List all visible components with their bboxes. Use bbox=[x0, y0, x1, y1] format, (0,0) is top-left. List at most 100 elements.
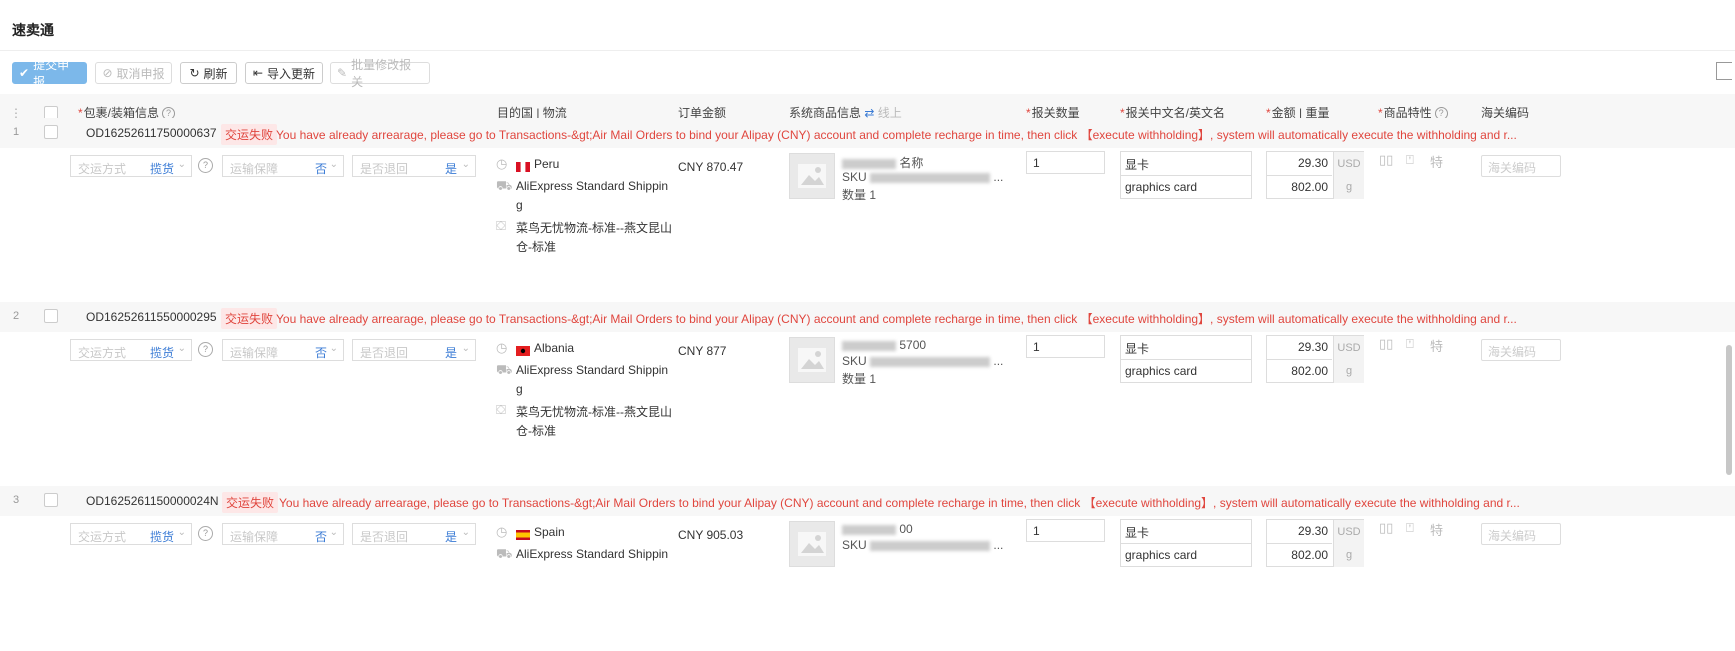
currency-unit: USD bbox=[1333, 152, 1364, 177]
divider bbox=[0, 50, 1735, 51]
truck-icon: ⛟ bbox=[496, 362, 513, 377]
batch-edit-button[interactable]: ✎ 批量修改报关 bbox=[330, 58, 430, 89]
hs-code-input[interactable]: 海关编码 bbox=[1481, 339, 1561, 361]
chevron-down-icon: ⌄ bbox=[461, 343, 470, 354]
country-flag-icon bbox=[516, 344, 530, 356]
scrollbar[interactable] bbox=[1726, 345, 1732, 475]
insurance-select[interactable]: 运输保障 否 ⌄ bbox=[222, 523, 344, 545]
special-icon[interactable]: 特 bbox=[1430, 152, 1443, 171]
liquid-icon[interactable]: ⍞ bbox=[1406, 336, 1414, 352]
en-name-input[interactable]: graphics card bbox=[1121, 176, 1251, 199]
transport-placeholder: 交运方式 bbox=[78, 530, 127, 544]
declared-qty-input[interactable]: 1 bbox=[1026, 151, 1105, 174]
hs-code-input[interactable]: 海关编码 bbox=[1481, 523, 1561, 545]
insurance-select[interactable]: 运输保障 否 ⌄ bbox=[222, 155, 344, 177]
row-checkbox[interactable] bbox=[44, 125, 58, 139]
import-update-button[interactable]: ⇤ 导入更新 bbox=[245, 62, 323, 84]
battery-icon[interactable]: ▯▯ bbox=[1379, 520, 1393, 536]
liquid-icon[interactable]: ⍞ bbox=[1406, 520, 1414, 536]
country-name: Albania bbox=[534, 341, 575, 355]
returns-placeholder: 是否退回 bbox=[360, 162, 409, 176]
transport-select[interactable]: 交运方式 揽货 ⌄ bbox=[70, 339, 192, 361]
transport-select[interactable]: 交运方式 揽货 ⌄ bbox=[70, 155, 192, 177]
returns-select[interactable]: 是否退回 是 ⌄ bbox=[352, 155, 476, 177]
product-thumbnail bbox=[789, 337, 835, 383]
weight-input[interactable]: 802.00 bbox=[1267, 176, 1332, 199]
product-thumbnail bbox=[789, 153, 835, 199]
currency-unit: USD bbox=[1333, 336, 1364, 361]
question-icon[interactable]: ? bbox=[198, 158, 213, 173]
chevron-down-icon: ⌄ bbox=[177, 343, 186, 354]
submit-declaration-button[interactable]: ✔ 提交申报 bbox=[12, 58, 87, 89]
batch-edit-label: 批量修改报关 bbox=[351, 58, 412, 89]
battery-icon[interactable]: ▯▯ bbox=[1379, 152, 1393, 168]
order-amount: CNY 877 bbox=[678, 344, 727, 358]
returns-value: 是 bbox=[445, 162, 458, 176]
en-name-input[interactable]: graphics card bbox=[1121, 360, 1251, 383]
row-checkbox[interactable] bbox=[44, 309, 58, 323]
clock-icon: ◷ bbox=[496, 156, 508, 171]
order-amount: CNY 870.47 bbox=[678, 160, 744, 174]
goods-sku-label: SKU bbox=[842, 170, 867, 184]
row-number: 1 bbox=[13, 126, 20, 138]
status-badge: 交运失败 bbox=[221, 308, 278, 329]
refresh-button[interactable]: ↻ 刷新 bbox=[180, 62, 237, 84]
special-icon[interactable]: 特 bbox=[1430, 336, 1443, 355]
battery-icon[interactable]: ▯▯ bbox=[1379, 336, 1393, 352]
declared-qty-input[interactable]: 1 bbox=[1026, 519, 1105, 542]
goods-name-text: 00 bbox=[899, 522, 913, 536]
returns-select[interactable]: 是否退回 是 ⌄ bbox=[352, 523, 476, 545]
goods-sku-label: SKU bbox=[842, 538, 867, 552]
declared-qty-input[interactable]: 1 bbox=[1026, 335, 1105, 358]
goods-quantity: 数量 1 bbox=[842, 372, 877, 386]
chevron-down-icon: ⌄ bbox=[329, 527, 338, 538]
columns-icon[interactable] bbox=[1716, 62, 1732, 80]
shipping-method: AliExpress Standard Shippin bbox=[516, 363, 669, 377]
insurance-placeholder: 运输保障 bbox=[230, 346, 279, 360]
edit-icon: ✎ bbox=[337, 66, 348, 80]
liquid-icon[interactable]: ⍞ bbox=[1406, 152, 1414, 168]
question-icon[interactable]: ? bbox=[198, 342, 213, 357]
weight-unit: g bbox=[1333, 176, 1364, 199]
cn-name-input[interactable]: 显卡 bbox=[1121, 336, 1251, 360]
question-icon[interactable]: ? bbox=[198, 526, 213, 541]
country-name: Spain bbox=[534, 525, 565, 539]
clock-icon: ◷ bbox=[496, 524, 508, 539]
price-input[interactable]: 29.30 bbox=[1267, 520, 1332, 544]
price-input[interactable]: 29.30 bbox=[1267, 336, 1332, 360]
insurance-value: 否 bbox=[315, 162, 328, 176]
import-icon: ⇤ bbox=[252, 66, 264, 80]
country-flag-icon bbox=[516, 160, 530, 172]
returns-value: 是 bbox=[445, 346, 458, 360]
order-number: OD16252611750000637 bbox=[86, 126, 217, 140]
transport-value: 揽货 bbox=[150, 162, 175, 176]
submit-label: 提交申报 bbox=[33, 58, 70, 89]
row-number: 2 bbox=[13, 310, 20, 322]
weight-input[interactable]: 802.00 bbox=[1267, 544, 1332, 567]
error-message: You have already arrearage, please go to… bbox=[276, 312, 1517, 326]
weight-input[interactable]: 802.00 bbox=[1267, 360, 1332, 383]
import-label: 导入更新 bbox=[267, 66, 316, 81]
transport-select[interactable]: 交运方式 揽货 ⌄ bbox=[70, 523, 192, 545]
price-input[interactable]: 29.30 bbox=[1267, 152, 1332, 176]
returns-select[interactable]: 是否退回 是 ⌄ bbox=[352, 339, 476, 361]
goods-sku: SKU ... bbox=[842, 538, 1004, 552]
chevron-down-icon: ⌄ bbox=[329, 343, 338, 354]
chevron-down-icon: ⌄ bbox=[177, 159, 186, 170]
row-header: 1 OD16252611750000637 交运失败 You have already… bbox=[0, 118, 1735, 148]
weight-unit: g bbox=[1333, 360, 1364, 383]
cn-name-input[interactable]: 显卡 bbox=[1121, 152, 1251, 176]
row-checkbox[interactable] bbox=[44, 493, 58, 507]
insurance-select[interactable]: 运输保障 否 ⌄ bbox=[222, 339, 344, 361]
cancel-declaration-button[interactable]: ⊘ 取消申报 bbox=[95, 62, 172, 84]
image-placeholder-icon bbox=[798, 532, 826, 556]
insurance-placeholder: 运输保障 bbox=[230, 162, 279, 176]
special-icon[interactable]: 特 bbox=[1430, 520, 1443, 539]
order-number: OD16252611550000295 bbox=[86, 310, 217, 324]
shipping-method: AliExpress Standard Shippin bbox=[516, 179, 669, 193]
cn-name-input[interactable]: 显卡 bbox=[1121, 520, 1251, 544]
row-header: 2 OD16252611550000295 交运失败 You have already… bbox=[0, 302, 1735, 332]
en-name-input[interactable]: graphics card bbox=[1121, 544, 1251, 567]
goods-quantity: 数量 1 bbox=[842, 188, 877, 202]
hs-code-input[interactable]: 海关编码 bbox=[1481, 155, 1561, 177]
